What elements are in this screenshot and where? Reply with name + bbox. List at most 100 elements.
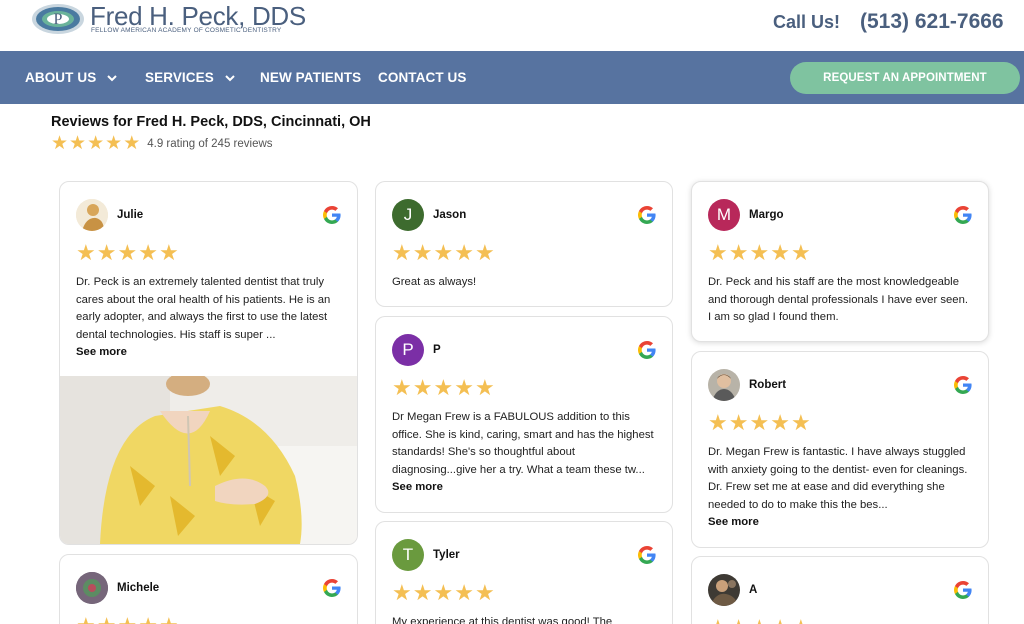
avatar: [76, 572, 108, 604]
rating-summary: 4.9 rating of 245 reviews: [147, 137, 273, 150]
review-card: T Tyler ★ ★ ★ ★ ★ My experience at this …: [375, 521, 673, 624]
star-icon: ★: [138, 615, 158, 624]
reviewer-name: Julie: [117, 209, 144, 221]
nav-contact-us[interactable]: CONTACT US: [378, 70, 467, 85]
star-icon: ★: [97, 615, 117, 624]
star-icon: ★: [96, 240, 117, 265]
review-stars: ★ ★ ★ ★ ★: [708, 412, 812, 434]
star-icon: ★: [474, 240, 495, 265]
logo-icon[interactable]: P: [30, 2, 86, 36]
star-icon: ★: [159, 615, 179, 624]
reviewer-name: Robert: [749, 379, 787, 391]
star-icon: ★: [749, 617, 769, 624]
reviewer-photo-icon: [76, 572, 108, 604]
nav-services[interactable]: SERVICES: [145, 70, 236, 85]
review-text-content: Great as always!: [392, 276, 477, 288]
reviewer-name: A: [749, 584, 758, 596]
chevron-down-icon: [107, 74, 118, 81]
star-icon: ★: [474, 580, 495, 605]
star-icon: ★: [123, 133, 141, 154]
star-icon: ★: [728, 240, 749, 265]
star-icon: ★: [117, 240, 138, 265]
star-icon: ★: [454, 375, 474, 400]
star-icon: ★: [454, 580, 474, 605]
nav-services-label: SERVICES: [145, 70, 214, 85]
review-stars: ★ ★ ★ ★ ★: [708, 617, 812, 624]
star-icon: ★: [474, 375, 495, 400]
star-icon: ★: [728, 410, 749, 435]
request-appointment-button[interactable]: REQUEST AN APPOINTMENT: [790, 62, 1020, 94]
star-icon: ★: [749, 240, 770, 265]
review-text: Dr. Megan Frew is fantastic. I have alwa…: [708, 444, 972, 532]
avatar: T: [392, 539, 424, 571]
star-icon: ★: [708, 617, 728, 624]
review-text-content: Dr. Peck and his staff are the most know…: [708, 276, 969, 323]
star-icon: ★: [708, 410, 728, 435]
call-us-label: Call Us!: [773, 12, 841, 32]
star-icon: ★: [392, 580, 412, 605]
star-icon: ★: [392, 375, 412, 400]
review-card: M Margo ★ ★ ★ ★ ★ Dr. Peck and his staff…: [691, 181, 989, 342]
star-icon: ★: [770, 240, 790, 265]
review-card: Robert ★ ★ ★ ★ ★ Dr. Megan Frew is fanta…: [691, 351, 989, 548]
star-icon: ★: [770, 617, 790, 624]
star-icon: ★: [790, 410, 811, 435]
review-text-content: Dr. Peck is an extremely talented dentis…: [76, 276, 331, 341]
star-icon: ★: [454, 240, 474, 265]
review-card: A ★ ★ ★ ★ ★: [691, 556, 989, 624]
review-stars: ★ ★ ★ ★ ★: [392, 377, 496, 399]
main-nav: ABOUT US SERVICES NEW PATIENTS CONTACT U…: [0, 51, 1024, 104]
reviewer-name: Michele: [117, 582, 160, 594]
brand-subtitle: FELLOW AMERICAN ACADEMY OF COSMETIC DENT…: [91, 27, 282, 34]
google-icon: [954, 581, 972, 599]
star-icon: ★: [51, 133, 69, 154]
star-icon: ★: [412, 375, 433, 400]
review-text: Dr. Peck and his staff are the most know…: [708, 274, 972, 327]
see-more-link[interactable]: See more: [76, 344, 341, 362]
review-stars: ★ ★ ★ ★ ★: [392, 582, 496, 604]
reviewer-name: Tyler: [433, 549, 460, 561]
star-icon: ★: [76, 240, 96, 265]
reviewer-name: Jason: [433, 209, 467, 221]
review-photo[interactable]: [60, 376, 357, 544]
reviewer-photo-icon: [708, 574, 740, 606]
nav-about-us[interactable]: ABOUT US: [25, 70, 118, 85]
review-stars: ★ ★ ★ ★ ★: [76, 242, 180, 264]
star-icon: ★: [708, 240, 728, 265]
reviews-title: Reviews for Fred H. Peck, DDS, Cincinnat…: [51, 114, 371, 130]
review-text-content: Dr. Megan Frew is fantastic. I have alwa…: [708, 446, 968, 511]
review-card: J Jason ★ ★ ★ ★ ★ Great as always!: [375, 181, 673, 307]
star-icon: ★: [76, 615, 96, 624]
star-icon: ★: [158, 240, 179, 265]
chevron-down-icon: [225, 74, 235, 81]
reviewer-photo-icon: [708, 369, 740, 401]
review-text: Dr Megan Frew is a FABULOUS addition to …: [392, 409, 656, 497]
star-icon: ★: [749, 410, 770, 435]
phone-number-link[interactable]: (513) 621-7666: [860, 10, 1004, 34]
google-icon: [323, 579, 341, 597]
google-icon: [638, 206, 656, 224]
avatar: P: [392, 334, 424, 366]
nav-new-patients[interactable]: NEW PATIENTS: [260, 70, 361, 85]
star-icon: ★: [105, 133, 123, 154]
review-text-content: Dr Megan Frew is a FABULOUS addition to …: [392, 411, 654, 476]
reviewer-name: Margo: [749, 209, 784, 221]
see-more-link[interactable]: See more: [708, 514, 972, 532]
svg-text:P: P: [54, 11, 63, 28]
reviewer-name: P: [433, 344, 441, 356]
see-more-link[interactable]: See more: [392, 479, 656, 497]
star-icon: ★: [138, 240, 158, 265]
star-icon: ★: [790, 240, 811, 265]
star-icon: ★: [729, 617, 749, 624]
review-text: My experience at this dentist was good! …: [392, 614, 656, 624]
review-stars: ★ ★ ★ ★ ★: [392, 242, 496, 264]
site-header: P Fred H. Peck, DDS FELLOW AMERICAN ACAD…: [0, 0, 1024, 51]
google-icon: [638, 546, 656, 564]
review-stars: ★ ★ ★ ★ ★: [76, 615, 180, 624]
avatar: [708, 574, 740, 606]
google-icon: [638, 341, 656, 359]
review-card: Julie ★ ★ ★ ★ ★ Dr. Peck is an extremely…: [59, 181, 358, 545]
star-icon: ★: [433, 375, 454, 400]
review-text: Dr. Peck is an extremely talented dentis…: [76, 274, 341, 362]
reviewer-photo-icon: [76, 199, 108, 231]
